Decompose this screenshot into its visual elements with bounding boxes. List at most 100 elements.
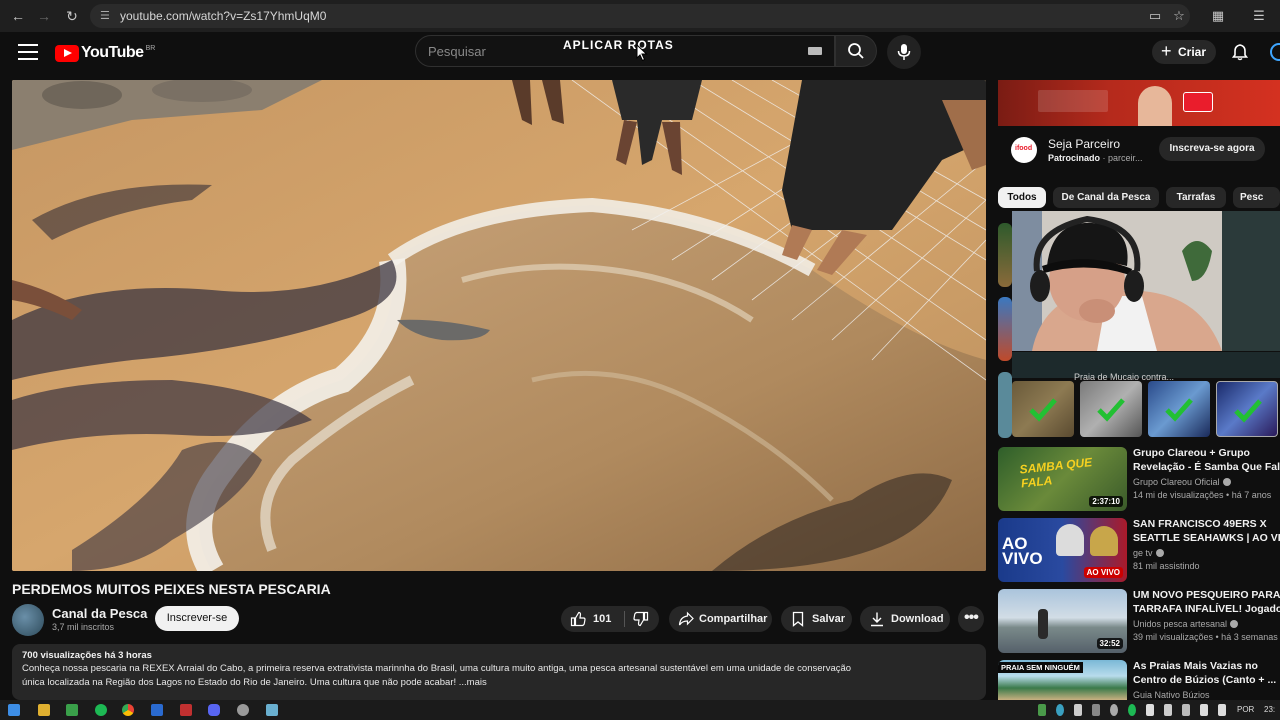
network-icon[interactable]: [1200, 704, 1208, 716]
description-box[interactable]: 700 visualizações há 3 horas Conheça nos…: [12, 644, 986, 700]
tray-icon[interactable]: [1146, 704, 1154, 716]
search-button[interactable]: [835, 35, 877, 67]
related-title[interactable]: As Praias Mais Vazias no: [1133, 660, 1258, 673]
obs-icon[interactable]: [237, 704, 249, 716]
checkmark-icon: [1234, 399, 1262, 423]
chip-pesca[interactable]: Pesc: [1233, 187, 1280, 208]
tray-icon[interactable]: [1056, 704, 1064, 716]
check-tile: [1080, 381, 1142, 437]
voice-search-button[interactable]: [887, 35, 921, 69]
ad-subtitle: Patrocinado · parceir...: [1048, 153, 1143, 163]
input-language[interactable]: POR: [1237, 705, 1254, 714]
related-title[interactable]: Revelação - É Samba Que Fala: [1133, 461, 1280, 474]
related-channel[interactable]: ge tv: [1133, 548, 1164, 558]
notifications-bell-icon[interactable]: [1231, 43, 1249, 61]
video-player[interactable]: [12, 80, 986, 571]
spotify-icon[interactable]: [95, 704, 107, 716]
advertiser-name: parceir...: [1108, 153, 1143, 163]
share-label: Compartilhar: [699, 613, 768, 625]
back-icon[interactable]: ←: [8, 6, 28, 26]
ifood-logo: [1183, 92, 1213, 112]
tray-icon[interactable]: [1164, 704, 1172, 716]
chip-todos[interactable]: Todos: [998, 187, 1046, 208]
chip-de-canal-da-pesca[interactable]: De Canal da Pesca: [1053, 187, 1159, 208]
tray-icon[interactable]: [1074, 704, 1082, 716]
thumbnail-text: PRAIA SEM NINGUÉM: [998, 662, 1083, 673]
verified-icon: [1230, 620, 1239, 628]
bookmark-star-icon[interactable]: ☆: [1170, 7, 1188, 25]
start-icon[interactable]: [8, 704, 20, 716]
keyboard-icon[interactable]: [808, 47, 822, 55]
helmet-image: [1056, 524, 1084, 556]
app-icon[interactable]: [180, 704, 192, 716]
related-title[interactable]: UM NOVO PESQUEIRO PARA: [1133, 589, 1280, 602]
sponsored-label: Patrocinado: [1048, 153, 1101, 163]
windows-taskbar: POR 23:: [0, 700, 1280, 720]
extensions-icon[interactable]: ▦: [1209, 7, 1227, 25]
check-tile: [1216, 381, 1278, 437]
microphone-icon: [897, 44, 911, 60]
ad-cta-button[interactable]: Inscreva-se agora: [1159, 137, 1265, 161]
reading-list-icon[interactable]: ☰: [1250, 7, 1268, 25]
reload-icon[interactable]: ↻: [62, 6, 82, 26]
related-title[interactable]: SAN FRANCISCO 49ERS X: [1133, 518, 1267, 531]
tray-icon[interactable]: [1038, 704, 1046, 716]
tray-icon[interactable]: [1092, 704, 1100, 716]
create-button[interactable]: + Criar: [1152, 40, 1216, 64]
download-button[interactable]: Download: [860, 606, 950, 632]
save-label: Salvar: [812, 613, 846, 625]
related-channel[interactable]: Guia Nativo Búzios: [1133, 690, 1210, 700]
url-text: youtube.com/watch?v=Zs17YhmUqM0: [120, 9, 327, 23]
related-thumbnail[interactable]: [998, 223, 1012, 287]
chrome-icon[interactable]: [122, 704, 134, 716]
related-thumbnail[interactable]: AO VIVO AO VIVO: [998, 518, 1127, 582]
ad-banner[interactable]: [998, 80, 1280, 126]
dislike-button[interactable]: [625, 606, 659, 632]
address-bar[interactable]: ☰ youtube.com/watch?v=Zs17YhmUqM0: [90, 4, 1190, 28]
more-actions-button[interactable]: •••: [958, 606, 984, 632]
forward-icon[interactable]: →: [34, 6, 54, 26]
related-channel-name: Grupo Clareou Oficial: [1133, 477, 1220, 487]
cast-icon[interactable]: ▭: [1146, 7, 1164, 25]
youtube-logo[interactable]: YouTube BR: [55, 44, 155, 62]
related-channel[interactable]: Unidos pesca artesanal: [1133, 619, 1239, 629]
app-icon[interactable]: [151, 704, 163, 716]
verified-icon: [1222, 478, 1231, 486]
save-button[interactable]: Salvar: [781, 606, 852, 632]
related-thumbnail[interactable]: [998, 372, 1012, 438]
video-duration: 32:52: [1096, 638, 1123, 649]
mouse-cursor-icon: [636, 44, 648, 62]
advertiser-logo[interactable]: [1011, 137, 1037, 163]
ad-title[interactable]: Seja Parceiro: [1048, 137, 1120, 151]
related-thumbnail[interactable]: SAMBA QUE FALA 2:37:10: [998, 447, 1127, 511]
related-channel-name: Unidos pesca artesanal: [1133, 619, 1228, 629]
app-icon[interactable]: [266, 704, 278, 716]
clock[interactable]: 23:: [1264, 705, 1275, 714]
download-label: Download: [891, 613, 944, 625]
menu-icon[interactable]: [18, 44, 38, 60]
share-button[interactable]: Compartilhar: [669, 606, 772, 632]
related-channel[interactable]: Grupo Clareou Oficial: [1133, 477, 1231, 487]
app-icon[interactable]: [66, 704, 78, 716]
related-title[interactable]: SEATTLE SEAHAWKS | AO VIVO: [1133, 532, 1280, 545]
play-logo-icon: [55, 44, 79, 62]
tray-icon[interactable]: [1110, 704, 1118, 716]
chip-tarrafas[interactable]: Tarrafas: [1166, 187, 1226, 208]
helmet-image: [1090, 526, 1118, 556]
tray-icon[interactable]: [1128, 704, 1136, 716]
related-thumbnail[interactable]: 32:52: [998, 589, 1127, 653]
volume-icon[interactable]: [1218, 704, 1226, 716]
subscribe-button[interactable]: Inscrever-se: [155, 606, 239, 631]
channel-avatar[interactable]: [12, 604, 44, 636]
related-title[interactable]: Centro de Búzios (Canto + ...: [1133, 674, 1276, 687]
like-button[interactable]: 101: [561, 606, 623, 632]
related-thumbnail[interactable]: PRAIA SEM NINGUÉM: [998, 660, 1127, 700]
related-title[interactable]: TARRAFA INFALÍVEL! Jogado ...: [1133, 603, 1280, 616]
related-title[interactable]: Grupo Clareou + Grupo: [1133, 447, 1250, 460]
channel-name[interactable]: Canal da Pesca: [52, 606, 147, 621]
site-info-icon[interactable]: ☰: [100, 9, 114, 23]
file-explorer-icon[interactable]: [38, 704, 50, 716]
tray-icon[interactable]: [1182, 704, 1190, 716]
discord-icon[interactable]: [208, 704, 220, 716]
related-thumbnail[interactable]: [998, 297, 1012, 361]
